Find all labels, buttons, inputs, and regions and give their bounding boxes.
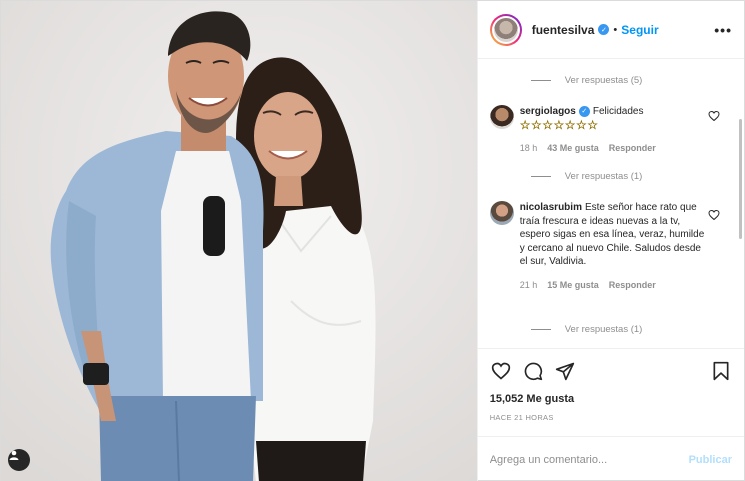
- view-replies-button[interactable]: Ver respuestas (1): [530, 324, 643, 335]
- view-replies-button[interactable]: Ver respuestas (5): [530, 75, 643, 86]
- comment-likes[interactable]: 15 Me gusta: [547, 279, 599, 293]
- comment-text: Felicidades: [592, 106, 644, 117]
- likes-count[interactable]: 15,052 Me gusta: [478, 393, 744, 405]
- view-replies-button[interactable]: Ver respuestas (1): [530, 171, 643, 182]
- commenter-avatar[interactable]: [489, 105, 514, 129]
- comment-like-heart-icon[interactable]: [708, 209, 720, 221]
- comment-age[interactable]: 18 h: [520, 142, 538, 156]
- commenter-username[interactable]: sergiolagos: [520, 106, 576, 117]
- comment-item: nicolasrubim Este señor hace rato que tra…: [489, 201, 720, 292]
- publish-button[interactable]: Publicar: [689, 454, 732, 466]
- replies-divider: [530, 80, 551, 81]
- comment-meta: 21 h 15 Me gusta Responder: [520, 279, 710, 293]
- author-username[interactable]: fuentesilva: [532, 23, 595, 37]
- reply-button[interactable]: Responder: [609, 279, 656, 293]
- post-actions-bar: [478, 349, 744, 393]
- verified-badge-icon: ✓: [578, 105, 590, 117]
- post-header: fuentesilva ✓ • Seguir •••: [477, 1, 744, 59]
- comments-scrollbar[interactable]: [739, 119, 742, 239]
- reply-button[interactable]: Responder: [609, 142, 656, 156]
- view-replies-label: Ver respuestas (1): [564, 171, 643, 182]
- add-comment-form: Publicar: [477, 436, 744, 481]
- comment-star-emojis: ☆☆☆☆☆☆☆: [519, 117, 599, 132]
- comment-body: nicolasrubim Este señor hace rato que tra…: [520, 201, 710, 292]
- user-tag-icon: [9, 450, 19, 460]
- heart-icon[interactable]: [490, 360, 512, 382]
- comment-body: sergiolagos ✓ Felicidades ☆☆☆☆☆☆☆ 18 h 43 …: [520, 105, 656, 156]
- comment-icon[interactable]: [522, 360, 544, 382]
- replies-divider: [530, 329, 551, 330]
- view-replies-label: Ver respuestas (1): [564, 324, 643, 335]
- comment-meta: 18 h 43 Me gusta Responder: [520, 142, 656, 156]
- separator-dot: •: [613, 23, 618, 36]
- replies-divider: [530, 176, 551, 177]
- comment-likes[interactable]: 43 Me gusta: [547, 142, 599, 156]
- commenter-avatar[interactable]: [489, 201, 514, 225]
- instagram-post: fuentesilva ✓ • Seguir ••• Ver respuesta…: [0, 0, 745, 481]
- comment-like-heart-icon[interactable]: [708, 110, 720, 122]
- commenter-username[interactable]: nicolasrubim: [520, 202, 582, 213]
- more-horizontal-icon[interactable]: •••: [714, 22, 732, 38]
- comment-input[interactable]: [489, 453, 689, 466]
- post-photo-illustration: [1, 1, 477, 481]
- comment-item: sergiolagos ✓ Felicidades ☆☆☆☆☆☆☆ 18 h 43 …: [489, 105, 720, 156]
- author-avatar[interactable]: [489, 13, 522, 46]
- comments-list[interactable]: Ver respuestas (5) sergiolagos ✓ Felicidad…: [477, 59, 744, 349]
- post-timestamp: HACE 21 HORAS: [489, 413, 554, 422]
- follow-button[interactable]: Seguir: [621, 23, 658, 37]
- bookmark-icon[interactable]: [710, 360, 732, 382]
- tagged-users-button[interactable]: [8, 449, 30, 471]
- verified-badge-icon: ✓: [598, 24, 610, 35]
- view-replies-label: Ver respuestas (5): [564, 75, 643, 86]
- share-icon[interactable]: [554, 360, 576, 382]
- post-side-panel: fuentesilva ✓ • Seguir ••• Ver respuesta…: [476, 1, 744, 481]
- comment-age[interactable]: 21 h: [520, 279, 538, 293]
- post-photo[interactable]: [1, 1, 477, 481]
